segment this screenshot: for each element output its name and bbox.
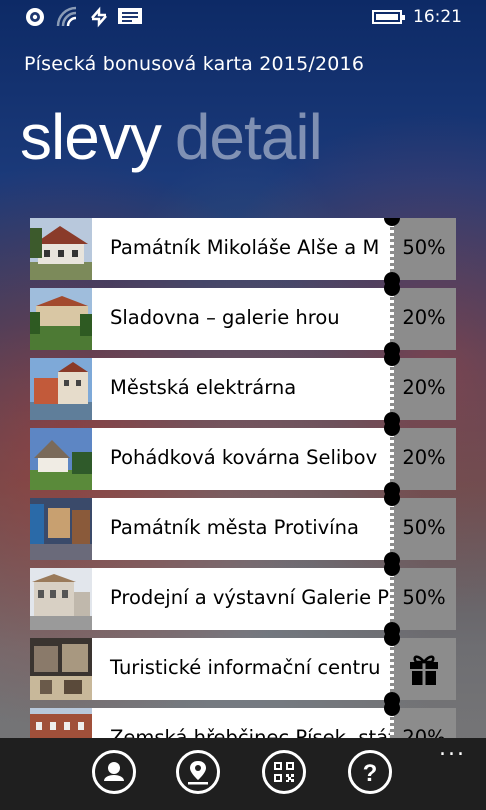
list-item[interactable]: Zemská hřebčinec Písek, stát 20% bbox=[30, 700, 456, 740]
item-name: Památník města Protivína bbox=[110, 516, 359, 539]
discount-value: 50% bbox=[402, 586, 446, 609]
sladovna-photo bbox=[30, 288, 92, 350]
list-item[interactable]: Památník města Protivína 50% bbox=[30, 490, 456, 568]
item-name: Sladovna – galerie hrou bbox=[110, 306, 340, 329]
help-button[interactable]: ? bbox=[348, 750, 392, 794]
app-bar: ? bbox=[0, 738, 486, 810]
infocentrum-photo bbox=[30, 638, 92, 700]
galerie-photo bbox=[30, 568, 92, 630]
map-pin-icon bbox=[188, 761, 208, 785]
item-name: Turistické informační centru bbox=[110, 656, 381, 679]
perforation bbox=[390, 638, 394, 700]
pivot-header: slevy detail bbox=[20, 100, 323, 174]
perforation bbox=[390, 428, 394, 490]
item-name: Památník Mikoláše Alše a M bbox=[110, 236, 380, 259]
item-name: Městská elektrárna bbox=[110, 376, 297, 399]
hrebcinec-photo bbox=[30, 708, 92, 740]
profile-button[interactable] bbox=[92, 750, 136, 794]
discount-value: 20% bbox=[402, 306, 446, 329]
list-item[interactable]: Pohádková kovárna Selibov 20% bbox=[30, 420, 456, 498]
profile-icon bbox=[104, 762, 124, 781]
more-button[interactable]: ... bbox=[439, 738, 466, 760]
svg-text:?: ? bbox=[363, 760, 378, 787]
map-button[interactable] bbox=[176, 750, 220, 794]
battery-icon bbox=[372, 10, 405, 24]
pivot-tab-detail[interactable]: detail bbox=[175, 101, 323, 173]
perforation bbox=[390, 568, 394, 630]
list-item[interactable]: Městská elektrárna 20% bbox=[30, 350, 456, 428]
perforation bbox=[390, 498, 394, 560]
discount-value: 50% bbox=[402, 236, 446, 259]
clock: 16:21 bbox=[413, 7, 462, 27]
list-item[interactable]: Turistické informační centru bbox=[30, 630, 456, 708]
kovarna-photo bbox=[30, 428, 92, 490]
help-icon: ? bbox=[363, 760, 378, 787]
house-photo bbox=[30, 218, 92, 280]
message-icon bbox=[118, 8, 142, 24]
location-sync-icon bbox=[26, 8, 44, 26]
elektrarna-photo bbox=[30, 358, 92, 420]
status-bar: 16:21 bbox=[0, 0, 486, 36]
discount-value: 50% bbox=[402, 516, 446, 539]
gift-icon bbox=[410, 655, 438, 685]
qr-code-icon bbox=[274, 762, 294, 782]
discount-value: 20% bbox=[402, 446, 446, 469]
list-item[interactable]: Prodejní a výstavní Galerie P 50% bbox=[30, 560, 456, 638]
perforation bbox=[390, 288, 394, 350]
discount-list: Památník Mikoláše Alše a M 50% Sladovna … bbox=[30, 218, 456, 740]
discount-value: 20% bbox=[402, 376, 446, 399]
app-title: Písecká bonusová karta 2015/2016 bbox=[24, 53, 365, 75]
item-name: Prodejní a výstavní Galerie P bbox=[110, 586, 390, 609]
qr-button[interactable] bbox=[262, 750, 306, 794]
protivin-photo bbox=[30, 498, 92, 560]
list-item[interactable]: Sladovna – galerie hrou 20% bbox=[30, 280, 456, 358]
list-item[interactable]: Památník Mikoláše Alše a M 50% bbox=[30, 218, 456, 288]
pivot-tab-slevy[interactable]: slevy bbox=[20, 101, 162, 173]
data-connection-icon bbox=[91, 6, 107, 28]
perforation bbox=[390, 218, 394, 280]
item-name: Pohádková kovárna Selibov bbox=[110, 446, 378, 469]
wifi-icon bbox=[56, 6, 77, 27]
perforation bbox=[390, 358, 394, 420]
